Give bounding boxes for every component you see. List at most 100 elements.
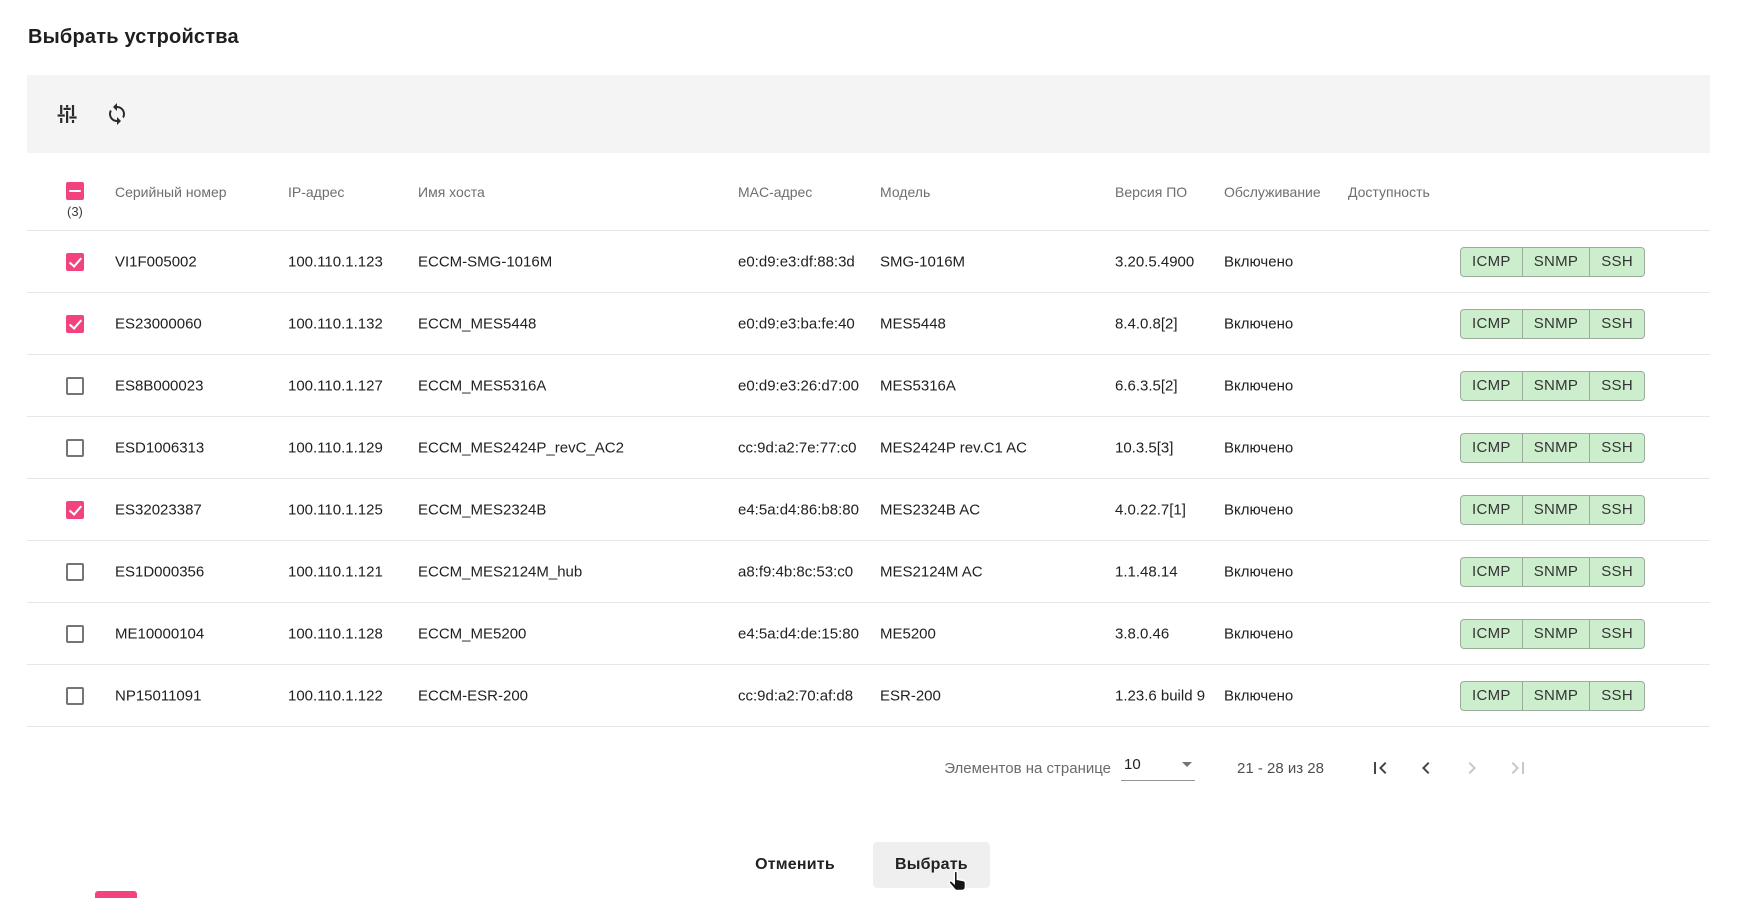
chevron-right-icon: [1468, 762, 1476, 774]
cell-version: 4.0.22.7[1]: [1115, 501, 1186, 518]
cell-serial: ES23000060: [115, 315, 202, 332]
table-row[interactable]: ES1D000356 100.110.1.121 ECCM_MES2124M_h…: [27, 541, 1710, 603]
cell-mac: a8:f9:4b:8c:53:c0: [738, 563, 854, 580]
cell-ip: 100.110.1.132: [288, 315, 383, 332]
paginator-nav: [1368, 756, 1530, 780]
cell-serial: ES1D000356: [115, 563, 205, 580]
column-header-model: Модель: [880, 184, 931, 200]
table-row[interactable]: ESD1006313 100.110.1.129 ECCM_MES2424P_r…: [27, 417, 1710, 479]
cell-hostname: ECCM-ESR-200: [418, 687, 529, 704]
cell-maintenance: Включено: [1224, 625, 1294, 642]
badge-ssh: SSH: [1589, 495, 1644, 524]
row-checkbox[interactable]: [66, 500, 84, 519]
cell-maintenance: Включено: [1224, 253, 1294, 270]
cell-serial: ME10000104: [115, 625, 205, 642]
selected-count: (3): [67, 204, 83, 219]
row-checkbox[interactable]: [66, 376, 84, 395]
select-devices-dialog: Выбрать устройства (3) Серийный номер IP…: [0, 0, 1737, 898]
items-per-page-select[interactable]: 10: [1121, 756, 1196, 781]
cell-model: SMG-1016M: [880, 253, 966, 270]
offscreen-pink-fragment: [95, 891, 137, 898]
sync-icon: [109, 103, 125, 125]
badge-ssh: SSH: [1589, 557, 1644, 586]
cell-ip: 100.110.1.128: [288, 625, 383, 642]
cell-model: MES2124M AC: [880, 563, 983, 580]
dropdown-caret-icon: [1182, 761, 1193, 767]
row-checkbox[interactable]: [66, 562, 84, 581]
filter-columns-button[interactable]: [54, 101, 80, 127]
column-header-ip: IP-адрес: [288, 184, 345, 200]
select-button[interactable]: Выбрать: [872, 842, 990, 888]
badge-ssh: SSH: [1589, 681, 1644, 710]
cell-model: MES5448: [880, 315, 946, 332]
badge-icmp: ICMP: [1472, 252, 1511, 270]
cell-version: 3.8.0.46: [1115, 625, 1170, 642]
row-checkbox[interactable]: [66, 624, 84, 643]
table-row[interactable]: ES32023387 100.110.1.125 ECCM_MES2324B e…: [27, 479, 1710, 541]
table-toolbar: [27, 75, 1710, 153]
badge-snmp: SNMP: [1521, 681, 1590, 710]
badge-ssh: SSH: [1589, 619, 1644, 648]
cell-model: MES2324B AC: [880, 501, 981, 518]
badge-icmp: ICMP: [1472, 314, 1511, 332]
cell-hostname: ECCM_ME5200: [418, 625, 527, 642]
badge-snmp: SNMP: [1521, 619, 1590, 648]
chevron-left-icon: [1422, 762, 1430, 774]
page-title: Выбрать устройства: [28, 26, 239, 48]
badge-icmp: ICMP: [1472, 686, 1511, 704]
column-header-maintenance: Обслуживание: [1224, 184, 1321, 200]
cell-maintenance: Включено: [1224, 563, 1294, 580]
range-label: 21 - 28 из 28: [1237, 759, 1324, 777]
table-row[interactable]: ES8B000023 100.110.1.127 ECCM_MES5316A e…: [27, 355, 1710, 417]
last-page-icon: [1511, 762, 1524, 774]
previous-page-button[interactable]: [1414, 756, 1438, 780]
availability-badges: ICMP SNMP SSH: [1460, 246, 1645, 277]
cell-hostname: ECCM_MES5448: [418, 315, 537, 332]
availability-badges: ICMP SNMP SSH: [1460, 432, 1645, 463]
cell-mac: cc:9d:a2:7e:77:c0: [738, 439, 857, 456]
row-checkbox[interactable]: [66, 314, 84, 333]
badge-snmp: SNMP: [1521, 371, 1590, 400]
tune-sliders-icon: [57, 105, 77, 123]
cell-maintenance: Включено: [1224, 439, 1294, 456]
cell-hostname: ECCM-SMG-1016M: [418, 253, 553, 270]
cell-hostname: ECCM_MES5316A: [418, 377, 547, 394]
badge-snmp: SNMP: [1521, 433, 1590, 462]
cell-maintenance: Включено: [1224, 377, 1294, 394]
select-all-checkbox[interactable]: [66, 182, 84, 200]
cancel-button[interactable]: Отменить: [747, 842, 843, 888]
table-row[interactable]: ES23000060 100.110.1.132 ECCM_MES5448 e0…: [27, 293, 1710, 355]
badge-icmp: ICMP: [1472, 562, 1511, 580]
cell-mac: cc:9d:a2:70:af:d8: [738, 687, 854, 704]
badge-snmp: SNMP: [1521, 495, 1590, 524]
availability-badges: ICMP SNMP SSH: [1460, 618, 1645, 649]
cell-ip: 100.110.1.121: [288, 563, 383, 580]
cell-serial: NP15011091: [115, 687, 202, 704]
cell-maintenance: Включено: [1224, 501, 1294, 518]
badge-ssh: SSH: [1589, 433, 1644, 462]
badge-ssh: SSH: [1589, 371, 1644, 400]
cell-version: 3.20.5.4900: [1115, 253, 1195, 270]
cell-mac: e4:5a:d4:86:b8:80: [738, 501, 859, 518]
availability-badges: ICMP SNMP SSH: [1460, 680, 1645, 711]
row-checkbox[interactable]: [66, 438, 84, 457]
availability-badges: ICMP SNMP SSH: [1460, 370, 1645, 401]
cell-hostname: ECCM_MES2124M_hub: [418, 563, 583, 580]
cell-mac: e0:d9:e3:26:d7:00: [738, 377, 859, 394]
row-checkbox[interactable]: [66, 252, 84, 271]
first-page-button[interactable]: [1368, 756, 1392, 780]
refresh-button[interactable]: [104, 101, 130, 127]
table-row[interactable]: NP15011091 100.110.1.122 ECCM-ESR-200 cc…: [27, 665, 1710, 727]
badge-snmp: SNMP: [1521, 309, 1590, 338]
cell-model: ESR-200: [880, 687, 941, 704]
cell-version: 1.1.48.14: [1115, 563, 1178, 580]
cell-version: 10.3.5[3]: [1115, 439, 1174, 456]
availability-badges: ICMP SNMP SSH: [1460, 308, 1645, 339]
row-checkbox[interactable]: [66, 686, 84, 705]
table-row[interactable]: ME10000104 100.110.1.128 ECCM_ME5200 e4:…: [27, 603, 1710, 665]
cell-ip: 100.110.1.125: [288, 501, 383, 518]
table-row[interactable]: VI1F005002 100.110.1.123 ECCM-SMG-1016M …: [27, 231, 1710, 293]
dialog-actions: Отменить Выбрать: [0, 842, 1737, 888]
badge-icmp: ICMP: [1472, 500, 1511, 518]
table-header-row: (3) Серийный номер IP-адрес Имя хоста MA…: [27, 153, 1710, 231]
